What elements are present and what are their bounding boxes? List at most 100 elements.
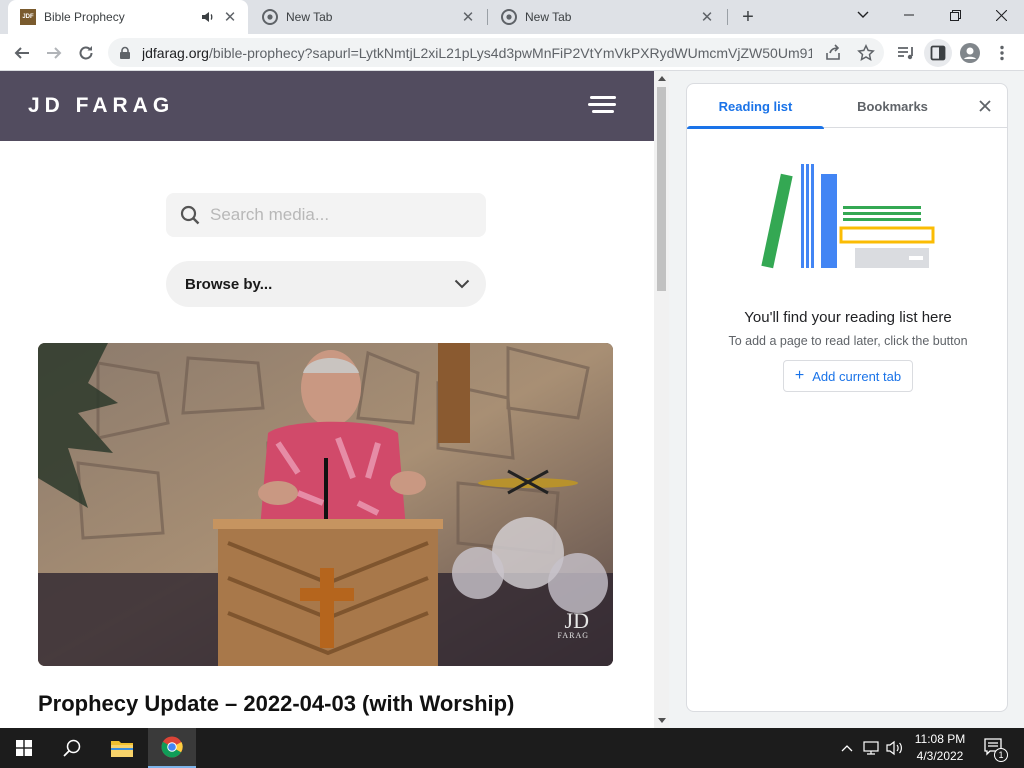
- search-box: [166, 193, 486, 237]
- tab-separator: [487, 9, 488, 25]
- url-text[interactable]: jdfarag.org/bible-prophecy?sapurl=LytkNm…: [142, 45, 812, 61]
- action-center-button[interactable]: 1: [980, 728, 1010, 768]
- browser-toolbar: jdfarag.org/bible-prophecy?sapurl=LytkNm…: [0, 34, 1024, 71]
- tab-label: Reading list: [718, 98, 793, 114]
- tab-close-icon[interactable]: ✕: [222, 9, 238, 26]
- minimize-icon: [904, 14, 914, 16]
- minimize-button[interactable]: [886, 0, 932, 30]
- tab-close-icon[interactable]: ✕: [460, 9, 476, 26]
- tab-title: Bible Prophecy: [44, 10, 125, 24]
- site-logo[interactable]: JD FARAG: [28, 94, 174, 118]
- video-thumbnail[interactable]: JD FARAG: [38, 343, 613, 666]
- scroll-down-arrow-icon[interactable]: [658, 718, 666, 723]
- video-watermark: JD FARAG: [557, 610, 589, 640]
- lock-icon[interactable]: [118, 46, 132, 60]
- tab-separator: [727, 9, 728, 25]
- watermark-top: JD: [564, 608, 589, 633]
- page-viewport: JD FARAG Browse by...: [0, 71, 654, 728]
- tab-bookmarks[interactable]: Bookmarks: [824, 84, 961, 128]
- side-panel-button[interactable]: [924, 39, 952, 67]
- tab-title: New Tab: [525, 10, 572, 24]
- search-icon: [63, 739, 81, 757]
- close-window-button[interactable]: [978, 0, 1024, 30]
- star-icon[interactable]: [857, 44, 875, 62]
- tab-new-tab-1[interactable]: New Tab ✕: [250, 0, 486, 34]
- restore-icon: [949, 9, 961, 21]
- arrow-right-icon: [47, 47, 62, 59]
- chrome-icon: [262, 9, 278, 25]
- close-icon: [995, 9, 1007, 21]
- plus-icon: +: [794, 367, 805, 384]
- more-vert-icon: [1000, 45, 1004, 61]
- scroll-thumb[interactable]: [657, 87, 666, 291]
- jdf-favicon-icon: JDF: [20, 9, 36, 25]
- search-icon: [180, 205, 200, 225]
- chevron-up-icon: [841, 745, 853, 752]
- clock-time: 11:08 PM: [914, 732, 966, 746]
- taskbar-search-button[interactable]: [48, 728, 96, 768]
- sermon-video-still: [38, 343, 613, 666]
- music-queue-icon: [898, 47, 913, 60]
- reload-icon: [79, 46, 93, 60]
- back-button[interactable]: [8, 39, 36, 67]
- chrome-taskbar-button[interactable]: [148, 728, 196, 768]
- scroll-up-arrow-icon[interactable]: [658, 76, 666, 81]
- avatar-icon: [960, 43, 980, 63]
- file-explorer-button[interactable]: [98, 728, 146, 768]
- restore-button[interactable]: [932, 0, 978, 30]
- reload-button[interactable]: [72, 39, 100, 67]
- system-clock[interactable]: 11:08 PM 4/3/2022: [900, 731, 980, 765]
- url-host: jdfarag.org: [142, 44, 209, 61]
- clock-date: 4/3/2022: [916, 749, 964, 763]
- active-tab-indicator: [687, 126, 824, 129]
- profile-button[interactable]: [956, 39, 984, 67]
- tab-title: New Tab: [286, 10, 333, 24]
- hamburger-menu-icon[interactable]: [588, 96, 616, 116]
- windows-logo-icon: [16, 740, 32, 756]
- add-current-tab-label: Add current tab: [812, 368, 902, 384]
- side-panel-close-button[interactable]: [975, 96, 995, 116]
- chevron-down-icon: [857, 11, 869, 18]
- new-tab-button[interactable]: +: [736, 5, 760, 29]
- windows-taskbar: 11:08 PM 4/3/2022 1: [0, 728, 1024, 768]
- menu-button[interactable]: [988, 39, 1016, 67]
- url-path: /bible-prophecy?sapurl=LytkNmtjL2xiL21pL…: [208, 44, 812, 61]
- network-button[interactable]: [860, 728, 882, 768]
- side-panel-icon: [930, 45, 946, 61]
- folder-icon: [111, 741, 133, 757]
- video-title[interactable]: Prophecy Update – 2022-04-03 (with Worsh…: [38, 691, 514, 717]
- add-current-tab-button[interactable]: + Add current tab: [783, 360, 913, 392]
- search-media-input[interactable]: [210, 205, 470, 225]
- tab-label: Bookmarks: [857, 98, 928, 114]
- tab-search-button[interactable]: [840, 0, 886, 30]
- media-control-button[interactable]: [892, 39, 920, 67]
- chrome-icon: [161, 736, 183, 758]
- side-panel-tabs: Reading list Bookmarks: [687, 84, 1007, 129]
- page-scrollbar[interactable]: [654, 71, 669, 728]
- browse-by-label: Browse by...: [185, 275, 273, 293]
- tab-new-tab-2[interactable]: New Tab ✕: [489, 0, 725, 34]
- tab-bible-prophecy[interactable]: JDF Bible Prophecy ✕: [8, 0, 248, 34]
- notification-badge: 1: [994, 748, 1008, 762]
- close-icon: [979, 100, 991, 112]
- arrow-left-icon: [14, 47, 29, 59]
- speaker-icon[interactable]: [200, 9, 216, 25]
- side-panel: Reading list Bookmarks You'll find your …: [686, 83, 1008, 712]
- share-icon[interactable]: [824, 44, 842, 62]
- start-button[interactable]: [0, 728, 48, 768]
- browse-by-dropdown[interactable]: Browse by...: [166, 261, 486, 307]
- empty-state-subtitle: To add a page to read later, click the b…: [728, 334, 968, 348]
- empty-state-title: You'll find your reading list here: [744, 309, 952, 326]
- tab-close-icon[interactable]: ✕: [699, 9, 715, 26]
- tab-strip: JDF Bible Prophecy ✕ New Tab ✕ New Tab ✕…: [0, 0, 1024, 34]
- chevron-down-icon: [454, 279, 470, 289]
- show-hidden-icons-button[interactable]: [838, 728, 856, 768]
- chrome-icon: [501, 9, 517, 25]
- tab-reading-list[interactable]: Reading list: [687, 84, 824, 129]
- network-icon: [863, 741, 879, 755]
- reading-list-illustration: [761, 164, 935, 269]
- site-header: JD FARAG: [0, 71, 654, 141]
- forward-button[interactable]: [40, 39, 68, 67]
- address-bar[interactable]: jdfarag.org/bible-prophecy?sapurl=LytkNm…: [108, 38, 884, 67]
- watermark-bottom: FARAG: [557, 631, 589, 640]
